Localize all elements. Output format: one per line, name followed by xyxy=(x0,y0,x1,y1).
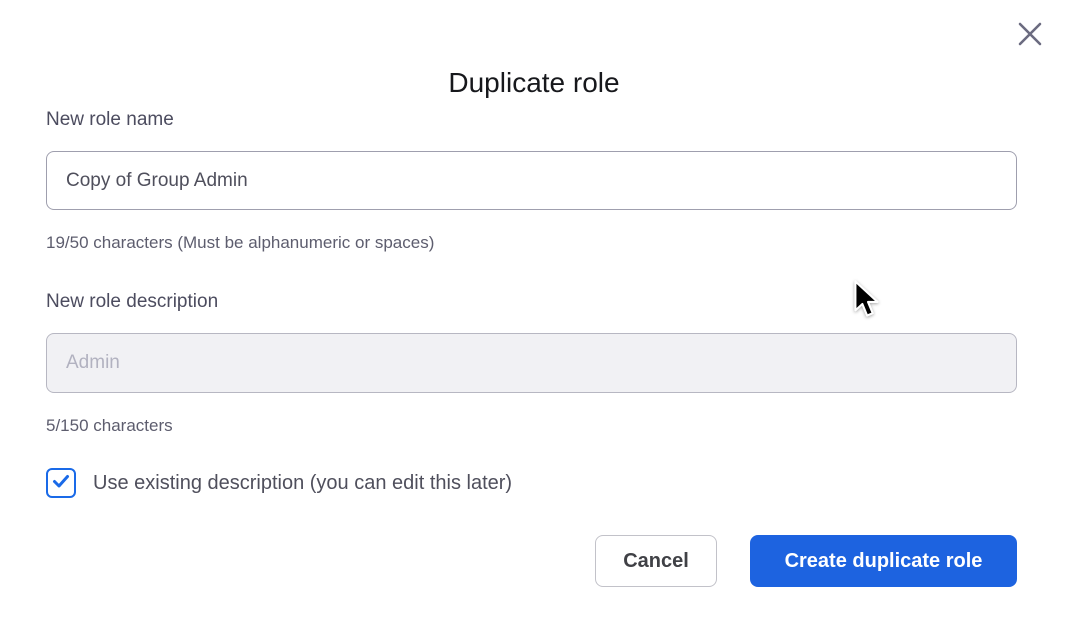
checkmark-icon xyxy=(51,471,71,496)
dialog-title: Duplicate role xyxy=(448,67,620,98)
new-role-description-label: New role description xyxy=(46,291,219,312)
create-duplicate-role-button[interactable]: Create duplicate role xyxy=(750,535,1017,587)
mouse-pointer xyxy=(853,280,883,320)
dialog-footer: Cancel Create duplicate role xyxy=(595,535,1017,587)
new-role-description-input xyxy=(46,333,1017,393)
description-helper-text: 5/150 characters xyxy=(46,416,173,435)
duplicate-role-dialog: Duplicate role New role name 19/50 chara… xyxy=(0,0,1068,638)
close-icon xyxy=(1018,22,1042,46)
use-existing-description-label: Use existing description (you can edit t… xyxy=(93,471,513,494)
cancel-button[interactable]: Cancel xyxy=(595,535,717,587)
close-button[interactable] xyxy=(1016,20,1044,48)
new-role-name-label: New role name xyxy=(46,109,174,130)
name-helper-text: 19/50 characters (Must be alphanumeric o… xyxy=(46,233,435,252)
use-existing-description-checkbox[interactable] xyxy=(46,468,76,498)
new-role-name-input[interactable] xyxy=(46,151,1017,210)
use-existing-description-row[interactable]: Use existing description (you can edit t… xyxy=(46,468,512,498)
